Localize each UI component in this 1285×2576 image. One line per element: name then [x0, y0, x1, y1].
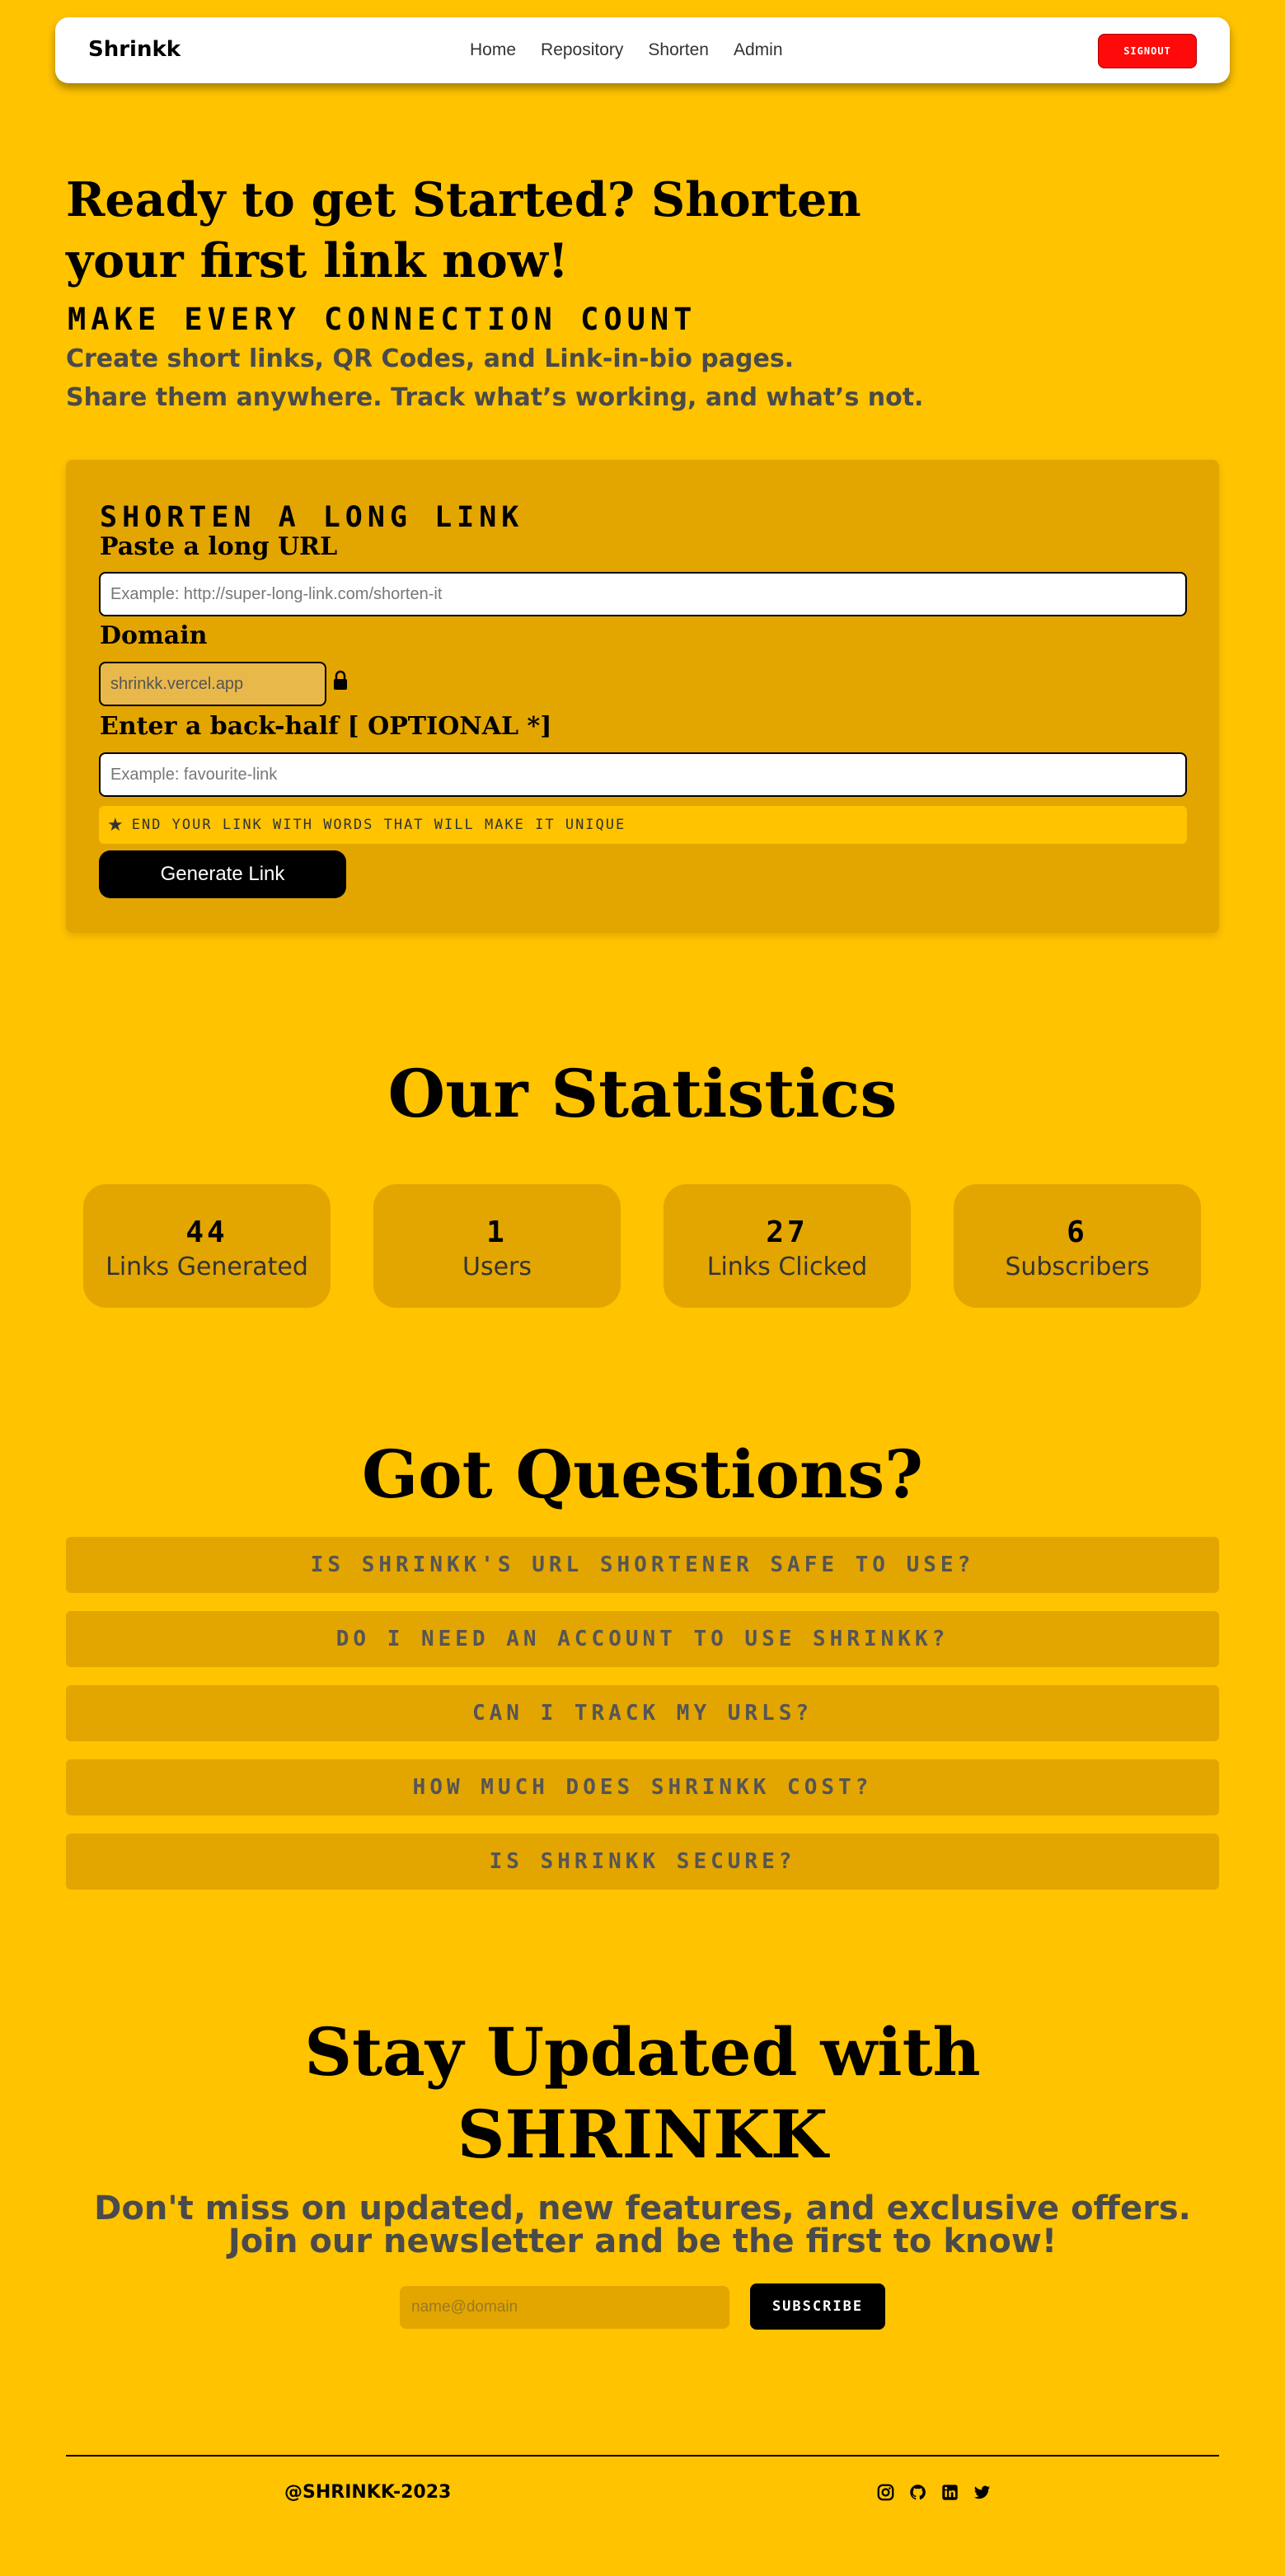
url-label: Paste a long URL [100, 532, 338, 561]
faq-item-track[interactable]: Can I track my URLs? [66, 1685, 1219, 1741]
stat-label: Links Clicked [706, 1253, 868, 1281]
long-url-input[interactable] [99, 572, 1187, 616]
faq-item-cost[interactable]: How much does Shrinkk cost? [66, 1759, 1219, 1815]
top-navbar: Shrinkk Home Repository Shorten Admin SI… [55, 17, 1230, 83]
newsletter-title: Stay Updated with SHRINKK [0, 2011, 1285, 2176]
hint-text: End your link with words that will make … [131, 817, 626, 833]
faq-question: Do I need an account to use Shrinkk? [335, 1627, 950, 1651]
signout-button[interactable]: SIGNOUT [1098, 34, 1197, 68]
faq-list: Is Shrinkk's URL shortener safe to use? … [66, 1537, 1219, 1908]
stat-value: 44 [185, 1215, 228, 1249]
newsletter-subtitle-line-1: Don't miss on updated, new features, and… [94, 2190, 1191, 2227]
stats-title: Our Statistics [387, 1055, 898, 1132]
newsletter-subtitle: Don't miss on updated, new features, and… [0, 2192, 1285, 2258]
newsletter-subtitle-line-2: Join our newsletter and be the first to … [227, 2222, 1058, 2260]
social-links [877, 2484, 991, 2501]
nav-link-admin[interactable]: Admin [734, 40, 783, 60]
hero-title: Ready to get Started? Shorten your first… [66, 170, 890, 292]
newsletter-email-input[interactable] [400, 2286, 729, 2329]
github-icon[interactable] [909, 2484, 926, 2501]
domain-label: Domain [100, 621, 208, 650]
star-icon: ★ [107, 814, 124, 836]
stat-card-links-generated: 44 Links Generated [83, 1184, 331, 1308]
footer-divider [66, 2455, 1219, 2457]
stat-value: 27 [766, 1215, 809, 1249]
faq-title: Got Questions? [361, 1436, 924, 1513]
hero-subtitle-line-2: Share them anywhere. Track what’s workin… [66, 383, 924, 412]
backhalf-label: Enter a back-half [ OPTIONAL *] [100, 712, 552, 741]
hint-banner: ★ End your link with words that will mak… [99, 806, 1187, 844]
newsletter-title-line-1: Stay Updated with [304, 2013, 981, 2091]
stat-value: 1 [486, 1215, 508, 1249]
nav-links: Home Repository Shorten Admin [470, 40, 783, 60]
shorten-heading: SHORTEN A LONG LINK [100, 501, 524, 534]
stat-label: Subscribers [1005, 1253, 1150, 1281]
hero-subtitle-line-1: Create short links, QR Codes, and Link-i… [66, 344, 795, 373]
footer-copyright: @SHRINKK-2023 [284, 2482, 452, 2503]
subscribe-button[interactable]: SUBSCRIBE [750, 2283, 885, 2330]
faq-item-safe[interactable]: Is Shrinkk's URL shortener safe to use? [66, 1537, 1219, 1593]
generate-link-button[interactable]: Generate Link [99, 850, 346, 898]
stat-label: Links Generated [106, 1253, 308, 1281]
hero-subtitle: Create short links, QR Codes, and Link-i… [66, 340, 923, 417]
faq-item-secure[interactable]: Is Shrinkk secure? [66, 1834, 1219, 1890]
brand-logo[interactable]: Shrinkk [88, 37, 181, 62]
backhalf-input[interactable] [99, 752, 1187, 797]
stat-value: 6 [1067, 1215, 1088, 1249]
nav-link-shorten[interactable]: Shorten [648, 40, 709, 60]
hero-title-line-2: your first link now! [66, 233, 569, 288]
stat-label: Users [462, 1253, 532, 1281]
twitter-icon[interactable] [973, 2484, 991, 2501]
faq-question: How much does Shrinkk cost? [412, 1775, 873, 1800]
faq-item-account[interactable]: Do I need an account to use Shrinkk? [66, 1611, 1219, 1667]
stat-card-users: 1 Users [373, 1184, 621, 1308]
stat-card-links-clicked: 27 Links Clicked [664, 1184, 911, 1308]
nav-link-home[interactable]: Home [470, 40, 516, 60]
faq-question: Is Shrinkk secure? [489, 1849, 796, 1874]
instagram-icon[interactable] [877, 2484, 894, 2501]
faq-question: Is Shrinkk's URL shortener safe to use? [310, 1553, 975, 1577]
lock-icon [333, 669, 348, 692]
domain-field [99, 662, 326, 706]
hero-tagline: Make every connection count [68, 302, 697, 337]
hero-title-line-1: Ready to get Started? Shorten [66, 172, 861, 227]
newsletter-title-line-2: SHRINKK [457, 2096, 828, 2173]
linkedin-icon[interactable] [941, 2484, 959, 2501]
nav-link-repository[interactable]: Repository [541, 40, 623, 60]
shorten-card: SHORTEN A LONG LINK Paste a long URL Dom… [66, 460, 1219, 933]
stat-card-subscribers: 6 Subscribers [954, 1184, 1201, 1308]
faq-question: Can I track my URLs? [471, 1701, 814, 1726]
